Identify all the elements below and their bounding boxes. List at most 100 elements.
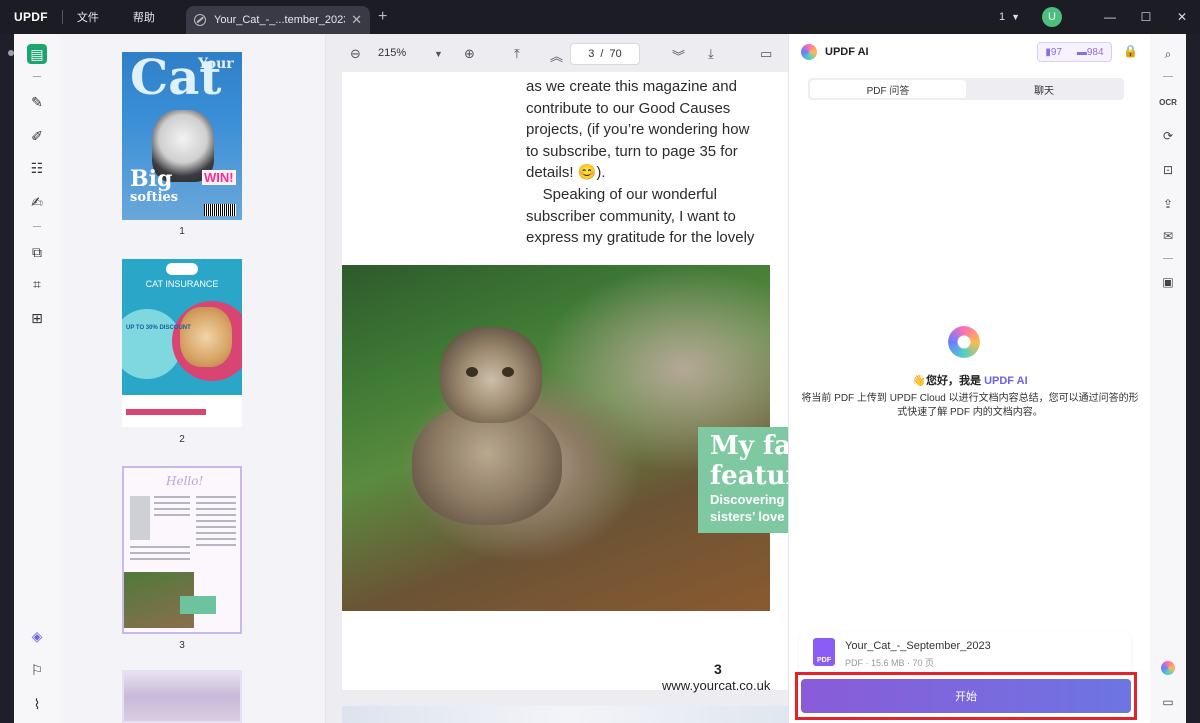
form-tool-icon[interactable]: ☷	[27, 158, 47, 178]
toolbar-separator	[1163, 76, 1173, 77]
thumbnail-page-4[interactable]	[122, 670, 242, 723]
lock-icon[interactable]: 🔒	[1123, 44, 1138, 58]
tab-chat[interactable]: 聊天	[966, 80, 1122, 98]
page-portrait	[130, 496, 150, 540]
document-tab[interactable]: Your_Cat_-_...tember_2023 ✕	[186, 6, 370, 34]
chevron-down-icon[interactable]: ▼	[1011, 12, 1020, 22]
kitten-head	[440, 327, 542, 423]
tab-close-icon[interactable]: ✕	[351, 12, 362, 28]
page-hello-title: Hello!	[166, 474, 204, 488]
right-toolbar: ⌕ OCR ⟳ ⊡ ⇪ ✉ ▣ ▭	[1150, 34, 1186, 723]
credits-chat: ▬984	[1076, 46, 1104, 58]
credits-chat-count: 984	[1086, 46, 1104, 58]
text-line	[196, 538, 236, 540]
fill-sign-icon[interactable]: ✍	[27, 192, 47, 212]
first-page-icon[interactable]: ⤒	[514, 46, 520, 62]
start-button[interactable]: 开始	[801, 679, 1131, 713]
presentation-icon[interactable]: ▭	[760, 46, 772, 62]
text-line	[196, 502, 236, 504]
text-line	[130, 546, 190, 548]
greeting-brand: UPDF AI	[984, 375, 1028, 387]
thumbnail-number: 3	[179, 640, 185, 651]
next-pdf-page	[342, 706, 788, 723]
ai-title: UPDF AI	[825, 46, 869, 58]
kitten-body	[412, 405, 562, 525]
ad-logo	[166, 263, 198, 275]
text-line	[154, 496, 190, 498]
thumbnail-page-2[interactable]: CAT INSURANCE UP TO 30% DISCOUNT	[122, 259, 242, 427]
user-avatar[interactable]: U	[1042, 7, 1062, 27]
title-separator	[61, 10, 63, 24]
text-line	[196, 520, 236, 522]
ocr-icon[interactable]: OCR	[1158, 92, 1178, 112]
edit-pdf-icon[interactable]: ✐	[27, 126, 47, 146]
feature-title: My fa featur	[710, 431, 788, 491]
file-meta: PDF · 15.6 MB · 70 页	[845, 658, 935, 668]
feature-subtitle: Discovering t sisters’ love o	[710, 491, 788, 525]
text-line	[154, 514, 190, 516]
feature-subtitle-line: Discovering t	[710, 492, 788, 507]
text-line	[196, 514, 236, 516]
maximize-button[interactable]: ☐	[1128, 10, 1164, 24]
page-tools-icon[interactable]: ⊞	[27, 308, 47, 328]
view-toolbar: ⊖ 215% ▼ ⊕ ⤒ ︽ 3 / 70 ︾ ⤓ ▭	[326, 34, 788, 72]
comments-icon[interactable]: ▭	[1158, 692, 1178, 712]
crop-tool-icon[interactable]: ⌗	[27, 274, 47, 294]
zoom-dropdown-icon[interactable]: ▼	[434, 49, 443, 59]
menu-file[interactable]: 文件	[77, 9, 99, 25]
window-count[interactable]: 1	[999, 11, 1005, 23]
ad-promo: UP TO 30% DISCOUNT	[126, 325, 191, 331]
kitten-eye	[502, 367, 514, 377]
thumbnail-page-1[interactable]: Cat Your Big softies WIN!	[122, 52, 242, 220]
text-line	[196, 508, 236, 510]
zoom-out-icon[interactable]: ⊖	[350, 46, 361, 62]
minimize-button[interactable]: —	[1092, 10, 1128, 24]
close-window-button[interactable]: ✕	[1164, 10, 1200, 24]
current-page: 3	[588, 48, 595, 60]
updf-ai-icon[interactable]	[1158, 658, 1178, 678]
share-icon[interactable]: ⇪	[1158, 194, 1178, 214]
ai-header: UPDF AI	[801, 44, 869, 60]
ai-credits-badge[interactable]: ▮97 ▬984	[1037, 42, 1112, 62]
zoom-level[interactable]: 215%	[378, 47, 406, 59]
menu-help[interactable]: 帮助	[133, 9, 155, 25]
thumbnail-page-3[interactable]: Hello!	[122, 466, 242, 634]
title-bar-controls: 1 ▼ U — ☐ ✕	[999, 0, 1200, 34]
search-icon[interactable]: ⌕	[1158, 44, 1178, 64]
email-icon[interactable]: ✉	[1158, 226, 1178, 246]
text-line	[154, 508, 190, 510]
toolbar-separator	[1163, 258, 1173, 259]
last-page-icon[interactable]: ⤓	[708, 46, 714, 62]
feature-title-line: featur	[710, 461, 788, 491]
attachment-icon[interactable]: ⌇	[27, 694, 47, 714]
page-number-input[interactable]: 3 / 70	[570, 43, 640, 65]
next-page-icon[interactable]: ︾	[672, 46, 685, 65]
text-line: details! 😊).	[526, 164, 606, 182]
comment-tool-icon[interactable]: ✎	[27, 92, 47, 112]
text-line: as we create this magazine and	[526, 78, 737, 95]
start-button-highlight: 开始	[795, 672, 1137, 720]
file-card: PDF Your_Cat_-_September_2023 PDF · 15.6…	[799, 632, 1131, 674]
cover-headline: Big	[130, 166, 173, 192]
text-line	[130, 552, 190, 554]
text-line	[130, 558, 190, 560]
convert-icon[interactable]: ⟳	[1158, 126, 1178, 146]
previous-page-icon[interactable]: ︽	[550, 46, 563, 65]
protect-icon[interactable]: ⊡	[1158, 160, 1178, 180]
updf-ai-large-logo-icon	[948, 326, 980, 358]
tab-pdf-qa[interactable]: PDF 问答	[810, 80, 966, 98]
text-line: express my gratitude for the lovely	[526, 229, 755, 247]
ad-title: CAT INSURANCE	[145, 279, 219, 289]
ai-description: 将当前 PDF 上传到 UPDF Cloud 以进行文档内容总结，您可以通过问答…	[801, 393, 1139, 418]
bookmark-icon[interactable]: ⚐	[27, 660, 47, 680]
cover-small-title: Your	[198, 56, 234, 72]
organize-pages-icon[interactable]: ⧉	[27, 242, 47, 262]
layers-icon[interactable]: ◈	[27, 626, 47, 646]
new-tab-button[interactable]: +	[378, 8, 387, 26]
save-icon[interactable]: ▣	[1158, 272, 1178, 292]
pdf-file-icon: PDF	[813, 638, 835, 666]
ad-strip	[126, 409, 206, 415]
tab-status-icon	[194, 14, 206, 26]
zoom-in-icon[interactable]: ⊕	[464, 46, 475, 62]
reader-mode-icon[interactable]: ▤	[27, 44, 47, 64]
